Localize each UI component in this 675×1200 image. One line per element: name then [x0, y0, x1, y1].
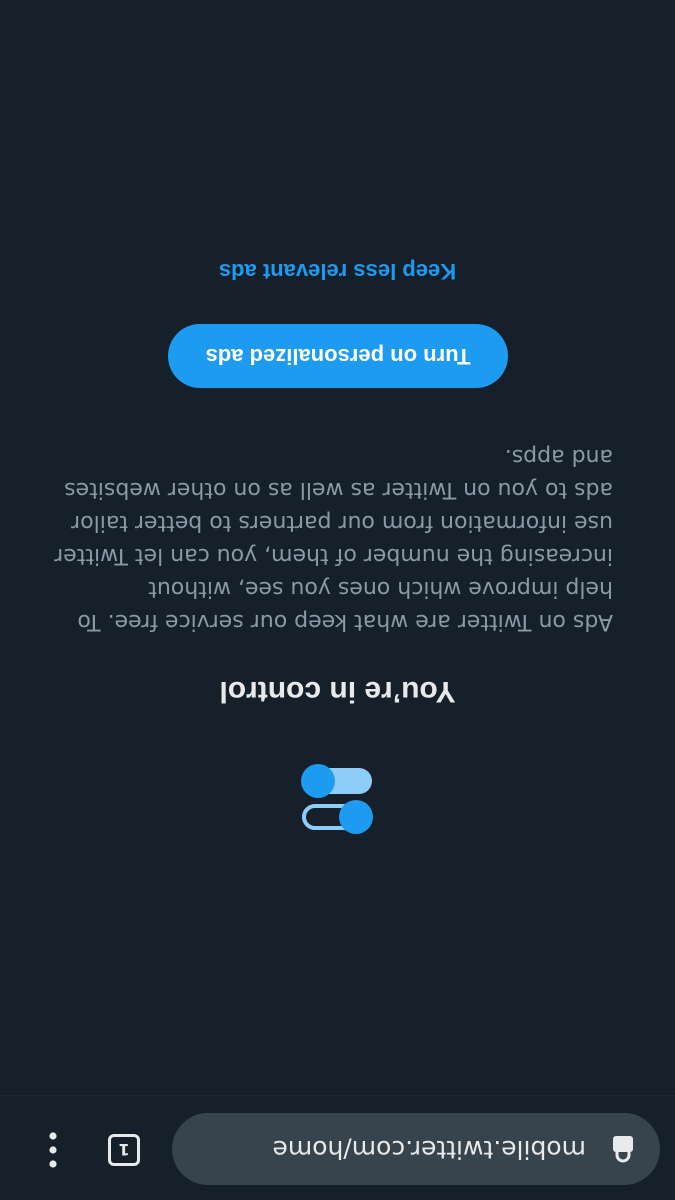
description-text: Ads on Twitter are what keep our service…: [54, 444, 613, 634]
address-bar[interactable]: mobile.twitter.com/home: [172, 1113, 660, 1185]
headline: You’re in control: [219, 675, 456, 708]
tab-switcher-button[interactable]: 1: [108, 1134, 140, 1166]
tab-count: 1: [118, 1140, 130, 1160]
lock-icon: [613, 1136, 633, 1163]
three-dots-vertical-icon[interactable]: [43, 1130, 63, 1170]
url-text: mobile.twitter.com/home: [272, 1135, 586, 1164]
keep-less-relevant-ads-link[interactable]: Keep less relevant ads: [170, 256, 505, 286]
screen: mobile.twitter.com/home 1 You’re in cont…: [0, 0, 675, 1200]
turn-on-personalized-ads-label: Turn on personalized ads: [205, 344, 471, 369]
turn-on-personalized-ads-button[interactable]: Turn on personalized ads: [168, 324, 508, 388]
toggle-switches-icon: [301, 764, 373, 834]
browser-toolbar: mobile.twitter.com/home 1: [0, 1095, 675, 1200]
